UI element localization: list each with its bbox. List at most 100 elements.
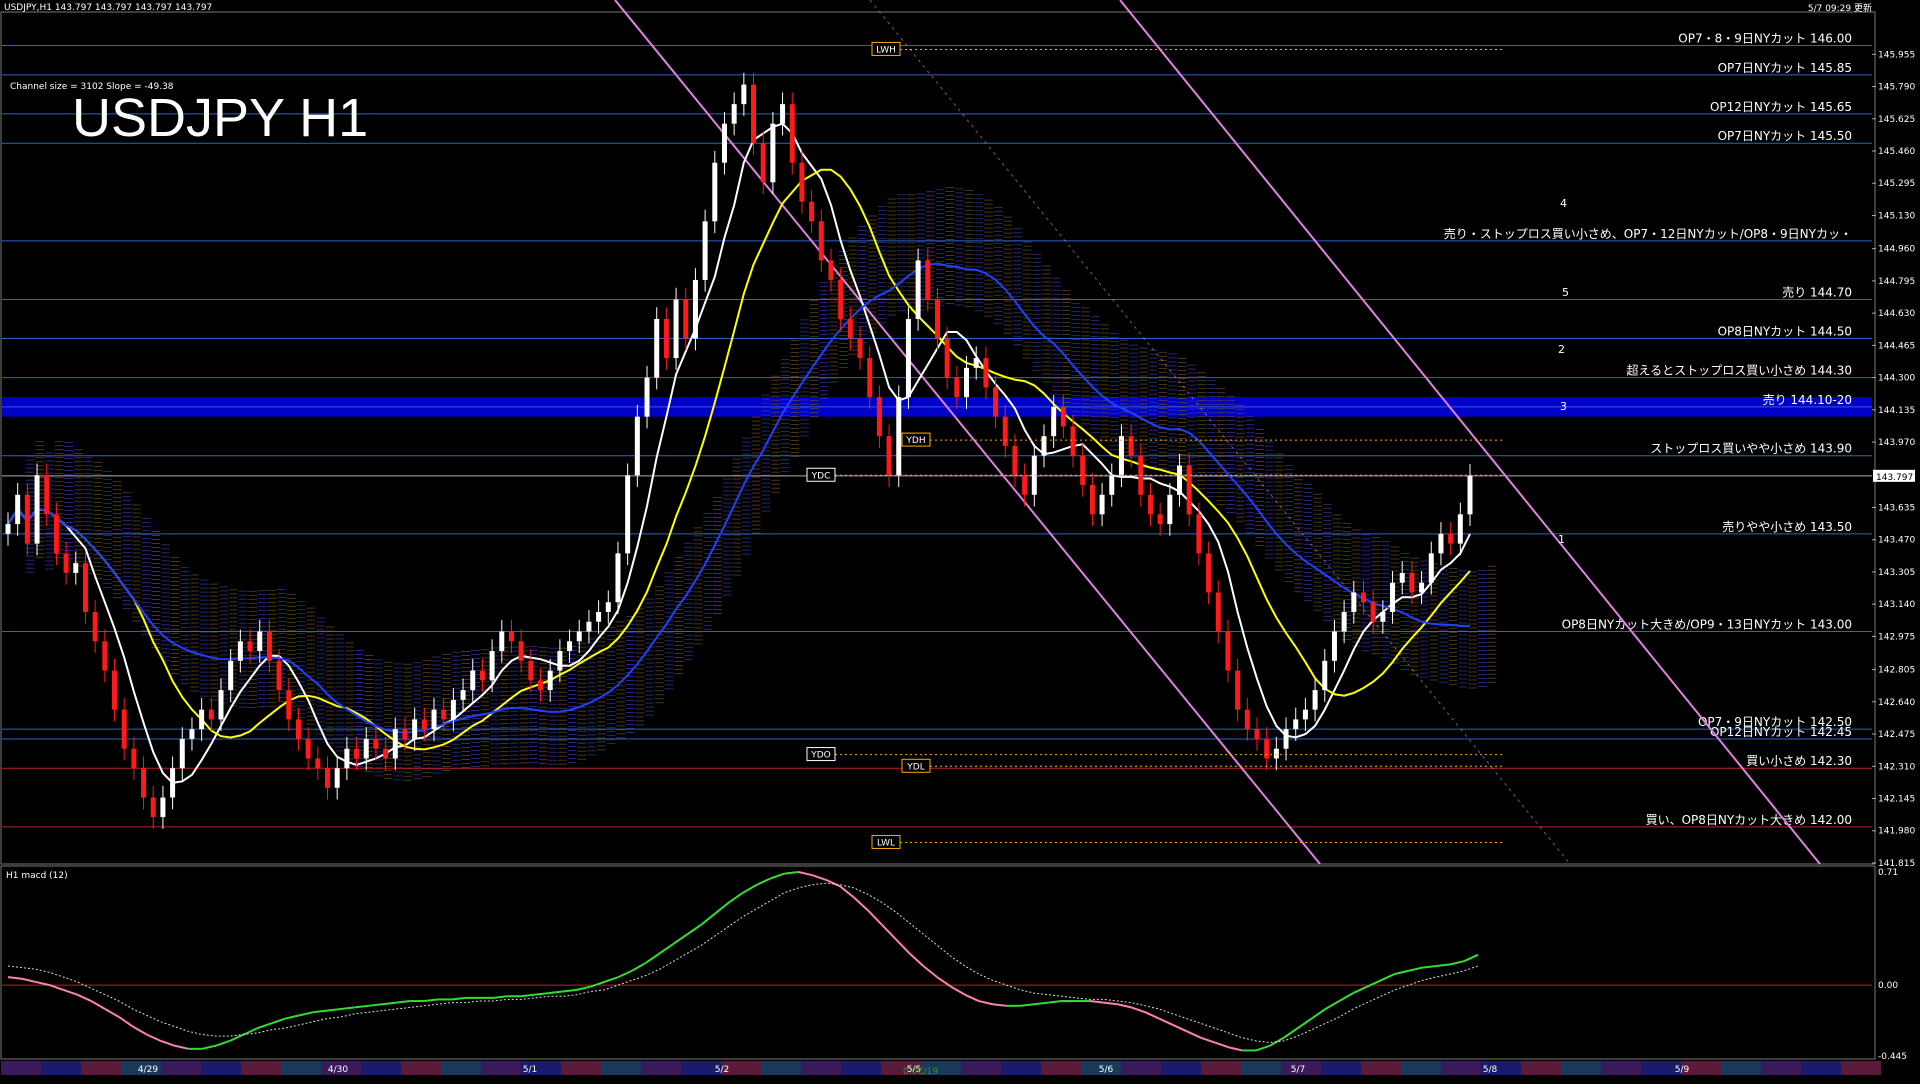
- candle-body: [82, 563, 88, 612]
- candle-body: [1351, 592, 1357, 612]
- candle-body: [112, 670, 118, 710]
- chart-big-title: USDJPY H1: [72, 88, 368, 148]
- macd-tick-label: 0.00: [1878, 981, 1898, 991]
- candle-body: [1206, 553, 1212, 593]
- candle-body: [1448, 533, 1454, 544]
- x-tick-label: 5/8: [1483, 1065, 1498, 1075]
- candle-body: [334, 768, 340, 788]
- candle-body: [1283, 729, 1289, 749]
- y-tick-label: 142.640: [1878, 698, 1915, 708]
- candle: [789, 92, 795, 175]
- candle-body: [518, 641, 524, 661]
- candle-body: [1370, 602, 1376, 622]
- x-axis-band: [1361, 1061, 1401, 1075]
- y-tick-label: 143.305: [1878, 568, 1915, 578]
- candle-body: [1244, 709, 1250, 730]
- level-label: 買い、OP8日NYカット大きめ 142.00: [1646, 813, 1852, 827]
- x-axis-band: [1561, 1061, 1601, 1075]
- candle: [702, 209, 708, 292]
- level-label: 売り・ストップロス買い小さめ、OP7・12日NYカット/OP8・9日NYカッ・: [1444, 226, 1852, 241]
- marker-label: YDL: [906, 762, 924, 772]
- level-label: 売り 144.10-20: [1763, 392, 1852, 407]
- candle-body: [315, 758, 321, 769]
- wave-label: 4: [1560, 197, 1567, 210]
- x-axis-band: [1801, 1061, 1841, 1075]
- x-axis-band: [201, 1061, 241, 1075]
- candle-body: [683, 299, 689, 339]
- candle-body: [1196, 514, 1202, 554]
- candle-body: [1225, 631, 1231, 671]
- candle: [905, 307, 911, 409]
- candle-body: [625, 475, 631, 554]
- level-label: 売り 144.70: [1782, 284, 1852, 299]
- candle-body: [1157, 514, 1163, 525]
- y-tick-label: 145.790: [1878, 83, 1915, 93]
- wave-label: 3: [1560, 400, 1567, 413]
- x-tick-label: 5/9: [1675, 1065, 1690, 1075]
- candle-body: [838, 279, 844, 319]
- candle-body: [1022, 475, 1028, 495]
- candle-body: [799, 162, 805, 202]
- candle-body: [92, 611, 98, 642]
- candle-body: [692, 279, 698, 339]
- candle-body: [1390, 582, 1396, 612]
- candle-body: [392, 729, 398, 759]
- candle-body: [634, 416, 640, 476]
- x-tick-label: 4/29: [138, 1065, 158, 1075]
- candle-body: [1235, 670, 1241, 710]
- wave-label: 1: [1558, 533, 1565, 546]
- candle-body: [295, 719, 301, 739]
- candle-body: [24, 494, 30, 544]
- candle-body: [1177, 465, 1183, 495]
- x-tick-label: 5/6: [1099, 1065, 1114, 1075]
- candle-body: [1128, 436, 1134, 456]
- x-axis-band: [1601, 1061, 1641, 1075]
- candle-body: [179, 738, 185, 769]
- candle-body: [15, 494, 21, 525]
- x-axis-band: [1321, 1061, 1361, 1075]
- candle-body: [1467, 475, 1473, 515]
- marker-label: LWL: [877, 838, 895, 848]
- candle-body: [344, 748, 350, 769]
- level-label: OP12日NYカット 145.65: [1710, 100, 1852, 114]
- candle-body: [1302, 709, 1308, 720]
- candle-body: [1341, 611, 1347, 632]
- x-axis-band: [1841, 1061, 1881, 1075]
- candle: [712, 151, 718, 234]
- candle-body: [731, 104, 737, 124]
- candle: [625, 463, 631, 566]
- candle-body: [1264, 738, 1270, 759]
- candle-body: [721, 123, 727, 163]
- candle-body: [1428, 553, 1434, 583]
- x-axis-band: [761, 1061, 801, 1075]
- candle-body: [809, 201, 815, 222]
- updated-timestamp: 5/7 09:29 更新: [1808, 2, 1872, 14]
- candle-body: [228, 660, 234, 691]
- candle-body: [1419, 582, 1425, 593]
- level-label: OP8日NYカット大きめ/OP9・13日NYカット 143.00: [1562, 618, 1852, 632]
- candle-body: [663, 318, 669, 359]
- x-tick-label: 5/7: [1291, 1065, 1305, 1075]
- candle-body: [770, 123, 776, 183]
- candle-body: [954, 377, 960, 398]
- candle-body: [702, 221, 708, 280]
- y-tick-label: 145.955: [1878, 50, 1915, 60]
- y-tick-label: 145.460: [1878, 147, 1915, 157]
- symbol-line: USDJPY,H1 143.797 143.797 143.797 143.79…: [4, 3, 212, 13]
- candle-body: [73, 563, 79, 573]
- y-tick-label: 144.135: [1878, 406, 1915, 416]
- candle-body: [857, 338, 863, 359]
- y-tick-label: 143.470: [1878, 536, 1915, 546]
- x-axis-band: [401, 1061, 441, 1075]
- candle-body: [1293, 719, 1299, 730]
- chart-window: OP7・8・9日NYカット 146.00 OP7日NYカット 145.85 OP12…: [0, 0, 1920, 1080]
- x-axis-band: [961, 1061, 1001, 1075]
- x-axis-band: [1241, 1061, 1281, 1075]
- candle-body: [1167, 494, 1173, 525]
- footer-code: 0.0C/19: [903, 1067, 938, 1077]
- candle-body: [305, 738, 311, 759]
- y-tick-label: 144.960: [1878, 245, 1915, 255]
- x-axis-band: [41, 1061, 81, 1075]
- x-axis-band: [361, 1061, 401, 1075]
- y-tick-label: 142.805: [1878, 666, 1915, 676]
